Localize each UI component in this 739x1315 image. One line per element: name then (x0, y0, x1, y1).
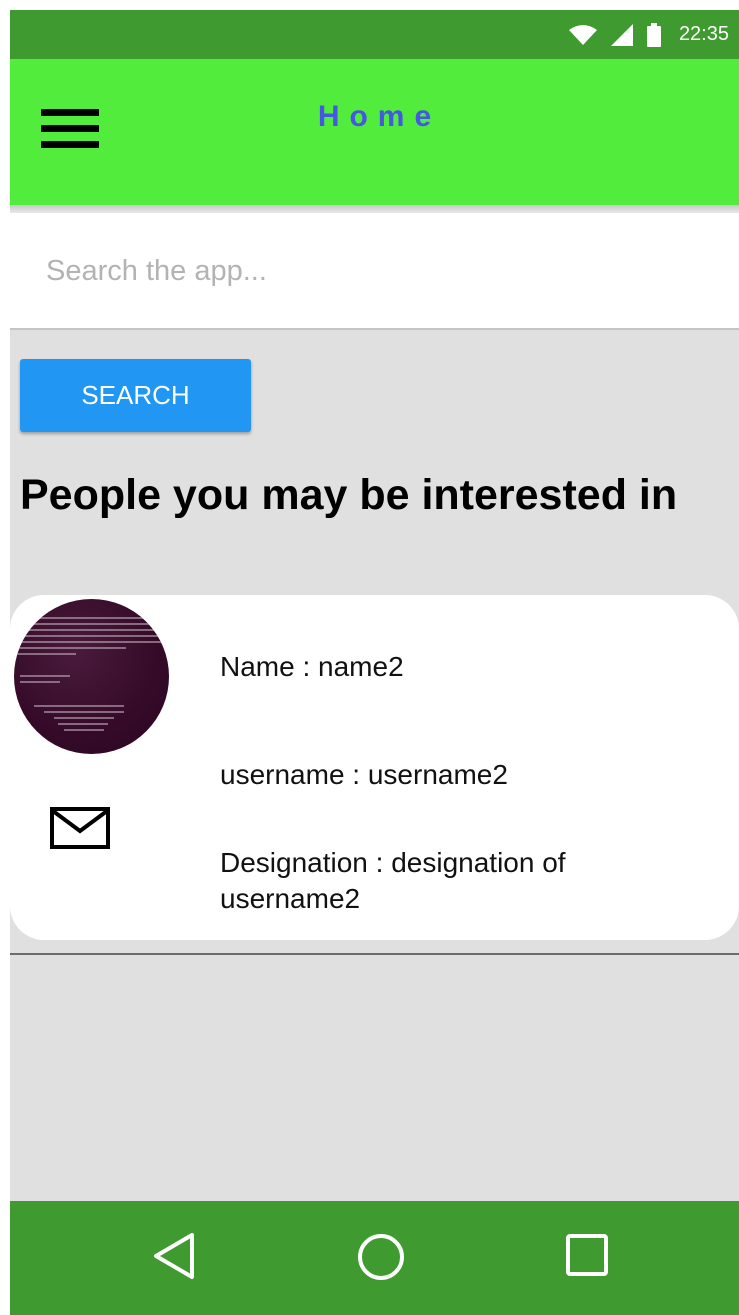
section-heading: People you may be interested in (20, 471, 678, 519)
screen: 22:35 Home SEARCH People you may be inte… (10, 10, 739, 1315)
person-username: username : username2 (220, 759, 508, 790)
person-card[interactable]: Name : name2 username : username2 Design… (10, 595, 739, 940)
search-button[interactable]: SEARCH (20, 359, 251, 432)
person-designation: Designation : designation of username2 (220, 847, 566, 914)
battery-icon (646, 22, 661, 47)
status-time: 22:35 (678, 23, 729, 45)
app-bar: Home (10, 59, 739, 205)
signal-icon (610, 23, 633, 46)
navigation-bar (10, 1201, 739, 1315)
home-icon[interactable] (355, 1231, 407, 1288)
avatar[interactable] (14, 599, 169, 754)
divider (10, 953, 739, 955)
app-bar-shadow (10, 205, 739, 213)
search-input[interactable] (46, 249, 706, 293)
mail-icon[interactable] (50, 807, 110, 849)
wifi-icon (568, 24, 597, 46)
person-name: Name : name2 (220, 651, 404, 682)
recent-apps-icon[interactable] (563, 1231, 611, 1284)
status-bar: 22:35 (10, 10, 739, 59)
page-title: Home (317, 100, 442, 133)
back-icon[interactable] (150, 1231, 198, 1286)
search-bar (10, 213, 739, 330)
